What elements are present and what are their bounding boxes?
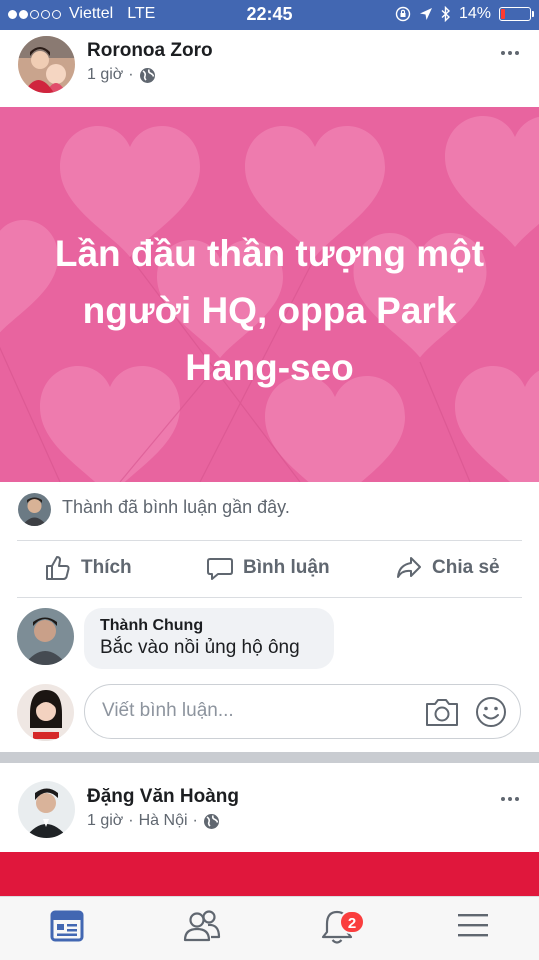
like-button[interactable]: Thích — [44, 554, 132, 582]
comment-input[interactable]: Viết bình luận... — [84, 684, 521, 739]
comment-author[interactable]: Thành Chung — [100, 617, 318, 635]
news-feed-icon[interactable] — [50, 909, 84, 943]
thumbs-up-icon — [46, 556, 70, 580]
banner-text: Lần đầu thần tượng một người HQ, oppa Pa… — [54, 233, 485, 388]
feed-separator — [0, 752, 539, 763]
more-options-icon[interactable] — [501, 51, 519, 55]
recent-comment-note[interactable]: Thành đã bình luận gần đây. — [62, 497, 290, 518]
tab-bar — [0, 896, 539, 960]
divider — [17, 597, 522, 598]
status-background-banner[interactable]: Lần đầu thần tượng một người HQ, oppa Pa… — [0, 107, 539, 482]
comment-label: Bình luận — [243, 557, 330, 578]
smiley-icon[interactable] — [474, 695, 508, 729]
post-meta: 1 giờ · — [87, 66, 156, 84]
post-author-name[interactable]: Đặng Văn Hoàng — [87, 786, 239, 808]
location-icon — [419, 8, 432, 20]
comment-button[interactable]: Bình luận — [206, 554, 330, 582]
battery-percent: 14% — [458, 5, 491, 22]
more-options-icon[interactable] — [501, 797, 519, 801]
post-location[interactable]: Hà Nội — [139, 812, 188, 830]
divider — [17, 540, 522, 541]
rotation-lock-icon — [395, 6, 411, 22]
notification-badge: 2 — [339, 910, 365, 934]
like-label: Thích — [81, 557, 132, 578]
post-meta: 1 giờ · Hà Nội · — [87, 812, 220, 830]
meta-separator: · — [192, 812, 198, 829]
friends-icon[interactable] — [183, 909, 221, 943]
comment-input-placeholder: Viết bình luận... — [102, 700, 234, 721]
avatar[interactable] — [18, 36, 75, 93]
battery-icon — [499, 7, 534, 21]
camera-icon[interactable] — [424, 695, 460, 729]
share-icon — [397, 557, 421, 578]
bluetooth-icon — [441, 6, 450, 22]
meta-separator: · — [128, 66, 134, 83]
share-button[interactable]: Chia sẻ — [395, 554, 500, 582]
globe-icon — [139, 67, 155, 83]
avatar — [17, 684, 74, 741]
globe-icon — [203, 813, 219, 829]
post-author-name[interactable]: Roronoa Zoro — [87, 40, 213, 62]
post-media-preview[interactable] — [0, 852, 539, 898]
share-label: Chia sẻ — [432, 557, 500, 578]
comment-text: Bắc vào nồi ủng hộ ông — [100, 637, 300, 658]
status-bar: Viettel LTE 22:45 14% — [0, 0, 539, 30]
post-time[interactable]: 1 giờ — [87, 812, 123, 830]
meta-separator: · — [128, 812, 134, 829]
avatar — [18, 493, 51, 526]
avatar[interactable] — [18, 781, 75, 838]
post-time[interactable]: 1 giờ — [87, 66, 123, 84]
comment-bubble[interactable]: Thành Chung Bắc vào nồi ủng hộ ông — [84, 608, 334, 669]
menu-icon[interactable] — [457, 909, 489, 941]
avatar[interactable] — [17, 608, 74, 665]
comment-icon — [207, 558, 233, 580]
